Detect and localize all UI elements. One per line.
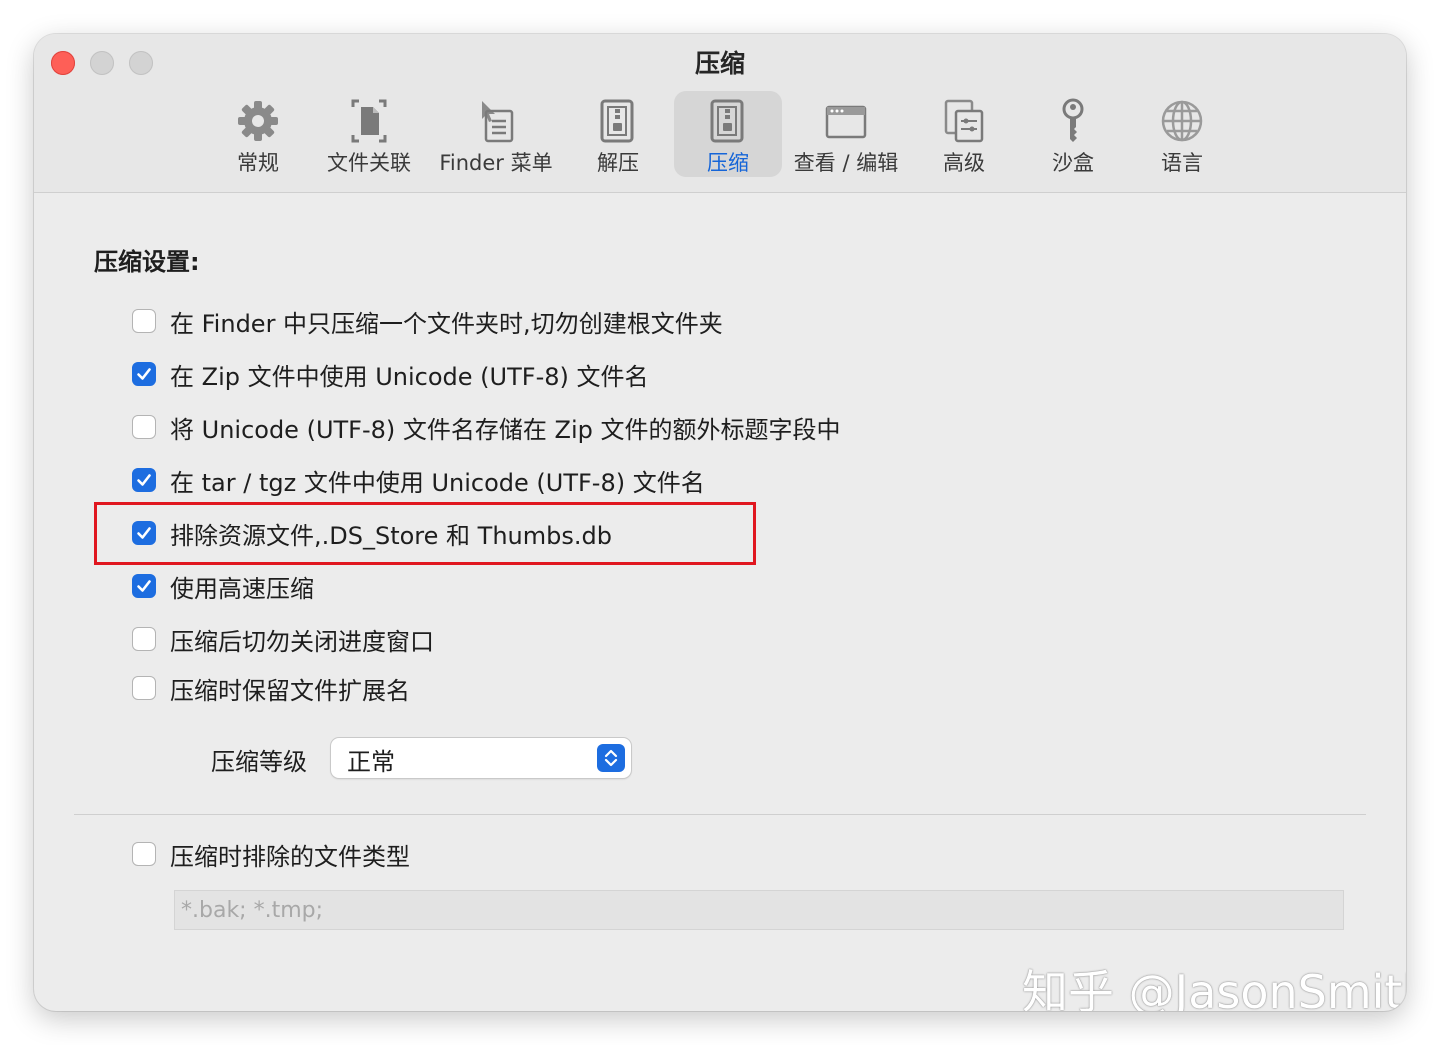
tab-label: 查看 / 编辑 xyxy=(793,151,899,175)
checkbox[interactable] xyxy=(132,362,156,386)
titlebar: 压缩 常规 文件关联 Finder 菜单 解压 压缩 查看 / 编辑 高级 沙盒… xyxy=(34,34,1406,193)
advanced-icon xyxy=(940,97,988,145)
tab-view-edit[interactable]: 查看 / 编辑 xyxy=(792,91,900,177)
highlight-box xyxy=(94,502,756,565)
tab-sandbox[interactable]: 沙盒 xyxy=(1037,91,1109,177)
file-association-icon xyxy=(345,97,393,145)
preferences-window: 压缩 常规 文件关联 Finder 菜单 解压 压缩 查看 / 编辑 高级 沙盒… xyxy=(34,34,1406,1011)
tab-file-association[interactable]: 文件关联 xyxy=(320,91,418,177)
checkbox[interactable] xyxy=(132,676,156,700)
option-row-keep-extension[interactable]: 压缩时保留文件扩展名 xyxy=(132,671,410,705)
option-label: 压缩后切勿关闭进度窗口 xyxy=(170,627,434,656)
tab-label: 语言 xyxy=(1161,151,1203,175)
tab-label: 高级 xyxy=(943,151,985,175)
tab-language[interactable]: 语言 xyxy=(1146,91,1218,177)
option-row-keep-progress-window[interactable]: 压缩后切勿关闭进度窗口 xyxy=(132,622,434,656)
option-label: 压缩时排除的文件类型 xyxy=(170,842,410,871)
tab-compress[interactable]: 压缩 xyxy=(674,91,782,177)
tab-label: 沙盒 xyxy=(1052,151,1094,175)
tab-label: 文件关联 xyxy=(327,151,411,175)
compression-level-value: 正常 xyxy=(347,748,395,776)
view-edit-icon xyxy=(822,97,870,145)
gear-icon xyxy=(234,97,282,145)
tab-label: 压缩 xyxy=(707,151,749,175)
tab-label: 解压 xyxy=(597,151,639,175)
option-row-fast-compression[interactable]: 使用高速压缩 xyxy=(132,569,314,603)
watermark: 知乎 @JasonSmith xyxy=(1022,965,1406,1011)
checkbox[interactable] xyxy=(132,309,156,333)
checkbox[interactable] xyxy=(132,468,156,492)
option-row-extra-header[interactable]: 将 Unicode (UTF-8) 文件名存储在 Zip 文件的额外标题字段中 xyxy=(132,410,841,444)
globe-icon xyxy=(1158,97,1206,145)
window-title: 压缩 xyxy=(694,49,745,78)
option-row-no-root-folder[interactable]: 在 Finder 中只压缩一个文件夹时,切勿创建根文件夹 xyxy=(132,304,723,338)
option-label: 使用高速压缩 xyxy=(170,574,314,603)
compression-level-select[interactable]: 正常 xyxy=(331,738,631,778)
tab-label: 常规 xyxy=(237,151,279,175)
section-title: 压缩设置: xyxy=(94,248,200,276)
exclude-types-placeholder: *.bak; *.tmp; xyxy=(181,898,324,923)
option-row-tar-unicode[interactable]: 在 tar / tgz 文件中使用 Unicode (UTF-8) 文件名 xyxy=(132,463,705,497)
option-label: 压缩时保留文件扩展名 xyxy=(170,676,410,705)
checkbox[interactable] xyxy=(132,842,156,866)
compression-level-label: 压缩等级 xyxy=(211,748,307,776)
tab-advanced[interactable]: 高级 xyxy=(928,91,1000,177)
exclude-types-input[interactable]: *.bak; *.tmp; xyxy=(174,890,1344,930)
compress-icon xyxy=(704,97,752,145)
option-label: 将 Unicode (UTF-8) 文件名存储在 Zip 文件的额外标题字段中 xyxy=(170,415,841,444)
option-row-exclude-types[interactable]: 压缩时排除的文件类型 xyxy=(132,837,410,871)
extract-icon xyxy=(594,97,642,145)
checkbox[interactable] xyxy=(132,574,156,598)
option-label: 在 Zip 文件中使用 Unicode (UTF-8) 文件名 xyxy=(170,362,649,391)
option-row-zip-unicode[interactable]: 在 Zip 文件中使用 Unicode (UTF-8) 文件名 xyxy=(132,357,649,391)
finder-menu-icon xyxy=(472,97,520,145)
tab-label: Finder 菜单 xyxy=(439,151,553,175)
sandbox-key-icon xyxy=(1049,97,1097,145)
checkbox[interactable] xyxy=(132,627,156,651)
tab-finder-menu[interactable]: Finder 菜单 xyxy=(436,91,556,177)
divider xyxy=(74,814,1366,815)
tab-extract[interactable]: 解压 xyxy=(582,91,654,177)
tab-general[interactable]: 常规 xyxy=(222,91,294,177)
chevron-up-down-icon xyxy=(597,744,625,772)
option-label: 在 tar / tgz 文件中使用 Unicode (UTF-8) 文件名 xyxy=(170,468,705,497)
checkbox[interactable] xyxy=(132,415,156,439)
option-label: 在 Finder 中只压缩一个文件夹时,切勿创建根文件夹 xyxy=(170,309,723,338)
